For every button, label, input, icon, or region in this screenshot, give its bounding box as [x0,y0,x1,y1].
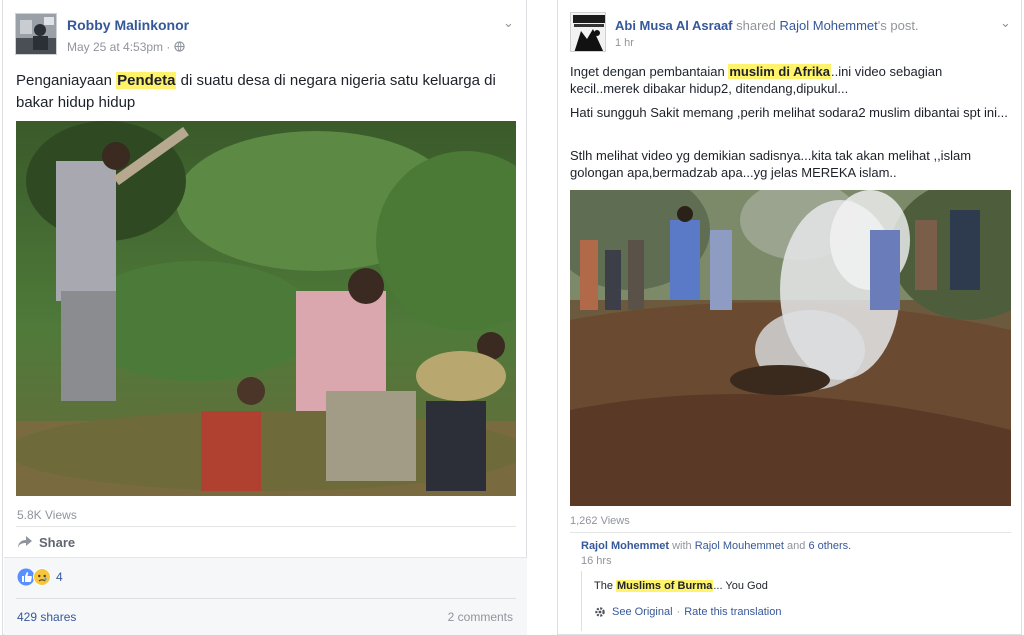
post-text: Penganiayaan Pendeta di suatu desa di ne… [16,70,516,114]
video-thumbnail[interactable] [16,121,516,496]
original-author[interactable]: Rajol Mohemmet [581,540,669,552]
chevron-down-icon[interactable]: ⌄ [1000,16,1011,29]
post-author[interactable]: Robby Malinkonor [67,17,189,33]
original-post-header: Rajol Mohemmet with Rajol Mouhemmet and … [581,540,851,552]
reaction-count: 4 [56,570,63,584]
tagged-user[interactable]: Rajol Mouhemmet [695,540,784,552]
original-comment: The Muslims of Burma... You God [594,580,768,592]
post-paragraph: Hati sungguh Sakit memang ,perih melihat… [570,105,1008,120]
post-paragraph: Stlh melihat video yg demikian sadisnya.… [570,148,972,180]
see-original-link[interactable]: See Original [612,606,673,618]
video-thumbnail[interactable] [570,190,1011,506]
with-text: with [669,540,695,552]
meta-separator: · [166,40,171,54]
translation-bar: See Original · Rate this translation [594,606,781,618]
and-text: and [783,540,809,552]
post-meta: May 25 at 4:53pm · [67,40,185,54]
chevron-down-icon[interactable]: ⌄ [503,16,514,29]
quote-border [581,571,582,631]
divider [16,598,516,599]
original-timestamp[interactable]: 16 hrs [581,555,612,567]
reactions-summary[interactable]: 4 [17,568,63,586]
sad-icon [33,568,51,586]
view-count: 5.8K Views [17,508,77,522]
avatar[interactable] [570,12,606,52]
globe-icon [174,40,185,54]
comment-before: The [594,580,617,592]
comment-after: ... You God [713,580,768,592]
highlight-keyword: Muslims of Burma [616,580,714,592]
share-button[interactable]: Share [17,533,75,551]
highlight-keyword: muslim di Afrika [728,64,831,79]
divider [570,532,1011,533]
translation-separator: · [676,606,681,618]
share-label: Share [39,534,76,550]
others-link[interactable]: 6 others. [808,540,851,552]
gear-icon [594,606,606,618]
post-author[interactable]: Abi Musa Al Asraaf [615,18,733,33]
view-count: 1,262 Views [570,515,630,527]
right-post-card: ⌄ Abi Musa Al Asraaf shared Rajol Mohemm… [557,0,1022,635]
shared-from-link[interactable]: Rajol Mohemmet [780,18,878,33]
rate-translation-link[interactable]: Rate this translation [684,606,781,618]
shared-suffix: 's post. [877,18,919,33]
post-timestamp[interactable]: May 25 at 4:53pm [67,40,163,54]
share-header: Abi Musa Al Asraaf shared Rajol Mohemmet… [615,17,919,33]
highlight-keyword: Pendeta [116,72,177,89]
para1-before: Inget dengan pembantaian [570,64,729,79]
post-timestamp[interactable]: 1 hr [615,37,634,49]
avatar[interactable] [15,13,57,55]
shares-link[interactable]: 429 shares [17,610,76,624]
shared-text: shared [732,18,780,33]
comments-link[interactable]: 2 comments [448,610,513,624]
left-post-card: ⌄ Robby Malinkonor May 25 at 4:53pm · Pe… [2,0,527,635]
share-arrow-icon [17,535,33,549]
post-text-before: Penganiayaan [16,72,117,89]
post-paragraph: Inget dengan pembantaian muslim di Afrik… [570,63,1010,97]
divider [16,526,516,527]
